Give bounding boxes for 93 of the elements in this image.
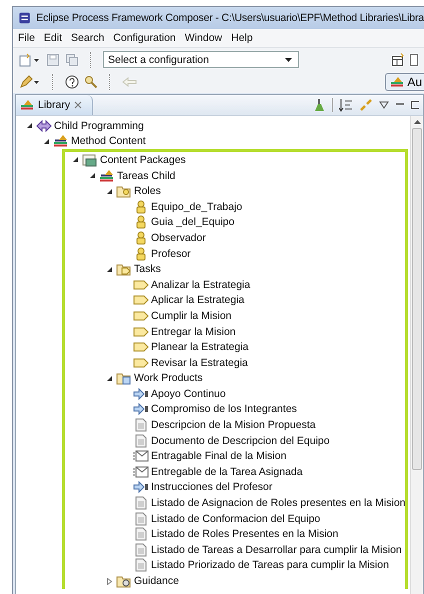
- tree-item[interactable]: Guidance: [134, 575, 179, 588]
- tree-item[interactable]: Guia _del_Equipo: [151, 216, 234, 228]
- maximize-icon[interactable]: [411, 101, 419, 109]
- tree-item[interactable]: Listado de Tareas a Desarrollar para cumplir la Mision: [151, 544, 402, 556]
- outcome-icon: [133, 386, 149, 401]
- tree-item[interactable]: Method Content: [71, 135, 146, 148]
- products-folder-icon: [116, 371, 132, 386]
- tree-item[interactable]: Apoyo Continuo: [151, 388, 226, 400]
- open-perspective-icon[interactable]: [391, 52, 405, 66]
- task-icon: [133, 308, 149, 323]
- tab-label: Library: [38, 99, 70, 111]
- tree-item[interactable]: Observador: [151, 232, 206, 244]
- tree-item[interactable]: Child Programming: [54, 120, 144, 132]
- library-icon: [99, 168, 115, 183]
- tree-item[interactable]: Instrucciones del Profesor: [151, 481, 272, 494]
- caret-icon: [285, 58, 292, 62]
- books-icon: [390, 76, 404, 88]
- task-icon: [133, 278, 149, 292]
- eclipse-icon: [19, 11, 30, 25]
- artifact-icon: [133, 512, 149, 526]
- task-icon: [133, 356, 149, 370]
- library-tab[interactable]: Library: [16, 95, 94, 115]
- menu-item[interactable]: Help: [231, 32, 253, 44]
- tree-item[interactable]: Listado de Roles Presentes en la Mision: [151, 528, 338, 540]
- outcome-icon: [133, 480, 149, 494]
- scroll-up-icon[interactable]: [414, 120, 420, 124]
- tree-item[interactable]: Analizar la Estrategia: [151, 278, 250, 291]
- task-icon: [133, 340, 149, 354]
- menu-item[interactable]: Search: [71, 32, 104, 44]
- tree-item[interactable]: Tasks: [134, 263, 161, 276]
- artifact-icon: [133, 434, 149, 448]
- library-icon: [53, 134, 69, 148]
- close-icon[interactable]: [74, 101, 82, 109]
- tree-item[interactable]: Tareas Child: [117, 170, 176, 182]
- tree-item[interactable]: Cumplir la Mision: [151, 310, 232, 322]
- tree-item[interactable]: Entregar la Mision: [151, 326, 236, 338]
- menu-item[interactable]: Edit: [44, 32, 62, 44]
- tree-item[interactable]: Roles: [134, 185, 161, 198]
- tree-item[interactable]: Content Packages: [100, 154, 186, 166]
- sort-icon[interactable]: [339, 98, 353, 112]
- roles-folder-icon: [116, 184, 132, 198]
- artifact-icon: [133, 496, 149, 510]
- tree-item[interactable]: Documento de Descripcion del Equipo: [151, 434, 330, 447]
- search-icon[interactable]: [84, 74, 98, 88]
- tree-item[interactable]: Aplicar la Estrategia: [151, 294, 244, 306]
- task-icon: [133, 324, 149, 339]
- menu-item[interactable]: Configuration: [113, 32, 176, 44]
- menu-item[interactable]: Window: [184, 32, 222, 44]
- books-icon: [20, 99, 34, 111]
- new-file-icon[interactable]: [19, 52, 41, 66]
- collapse-arrow-icon[interactable]: [106, 266, 113, 273]
- deliverable-icon: [133, 464, 149, 479]
- collapse-arrow-icon[interactable]: [106, 188, 113, 195]
- artifact-icon: [133, 558, 149, 572]
- collapse-arrow-icon[interactable]: [43, 138, 50, 145]
- window-title: Eclipse Process Framework Composer - C:\Users\usuario\EPF\Method Libraries\Libra: [36, 12, 424, 24]
- tree-item[interactable]: Listado de Asignacion de Roles presentes en la Mision: [151, 497, 406, 510]
- help-icon[interactable]: [65, 74, 79, 88]
- tree-item[interactable]: Profesor: [151, 248, 191, 260]
- broom-icon[interactable]: [312, 98, 326, 112]
- tree-item[interactable]: Entregable de la Tarea Asignada: [151, 466, 303, 478]
- tree-item[interactable]: Planear la Estrategia: [151, 341, 248, 354]
- outcome-icon: [133, 402, 149, 416]
- view-menu-icon[interactable]: [379, 101, 389, 109]
- perspective-button[interactable]: Au: [385, 72, 424, 90]
- tree-item[interactable]: Entragable Final de la Mision: [151, 450, 286, 462]
- task-icon: [133, 293, 149, 308]
- plugin-icon: [36, 118, 52, 133]
- packages-icon: [82, 152, 98, 167]
- tree-item[interactable]: Revisar la Estrategia: [151, 356, 248, 369]
- deliverable-icon: [133, 449, 149, 464]
- configuration-dropdown[interactable]: Select a configuration: [103, 51, 299, 68]
- tree-item[interactable]: Work Products: [134, 372, 203, 384]
- perspective-icon[interactable]: [410, 52, 418, 66]
- tree-item[interactable]: Descripcion de la Mision Propuesta: [151, 419, 316, 432]
- collapse-arrow-icon[interactable]: [26, 122, 33, 130]
- tree-item[interactable]: Listado de Conformacion del Equipo: [151, 512, 320, 525]
- tree-item[interactable]: Listado Priorizado de Tareas para cumplir la Mision: [151, 559, 389, 572]
- tree-item[interactable]: Equipo_de_Trabajo: [151, 200, 242, 213]
- scrollbar[interactable]: [410, 116, 423, 594]
- menu-item[interactable]: File: [18, 32, 35, 44]
- guidance-folder-icon: [116, 574, 132, 588]
- pen-icon[interactable]: [19, 74, 41, 88]
- artifact-icon: [133, 527, 149, 542]
- tasks-folder-icon: [116, 262, 132, 276]
- artifact-icon: [133, 542, 149, 557]
- collapse-arrow-icon[interactable]: [72, 156, 79, 164]
- tree-item[interactable]: Compromiso de los Integrantes: [151, 403, 297, 416]
- expand-arrow-icon[interactable]: [106, 578, 113, 585]
- collapse-arrow-icon[interactable]: [89, 172, 96, 180]
- scroll-thumb[interactable]: [412, 128, 422, 470]
- artifact-icon: [133, 418, 149, 432]
- collapse-arrow-icon[interactable]: [106, 374, 113, 382]
